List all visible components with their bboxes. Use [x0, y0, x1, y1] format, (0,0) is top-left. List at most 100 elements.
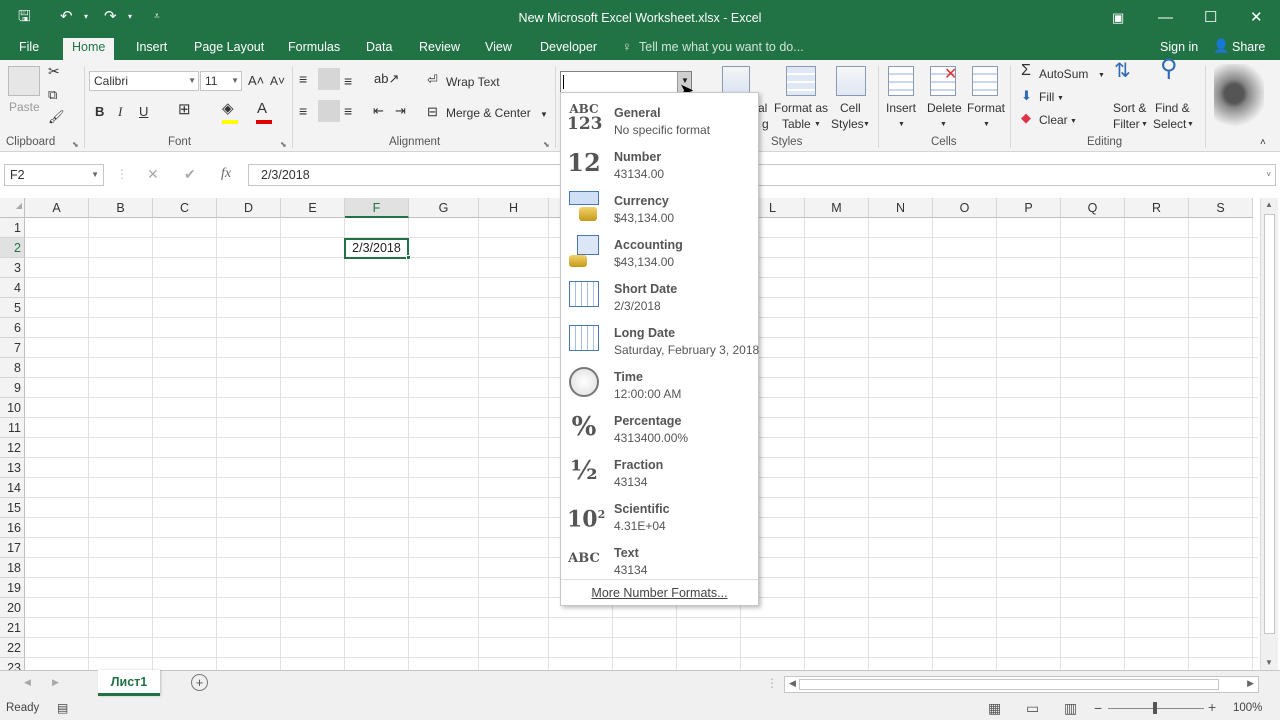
active-cell-f2[interactable]: 2/3/2018: [344, 238, 409, 259]
tab-page-layout[interactable]: Page Layout: [185, 38, 273, 60]
zoom-slider-thumb[interactable]: [1153, 702, 1157, 714]
middle-align-icon[interactable]: [318, 68, 340, 90]
column-header-a[interactable]: A: [25, 198, 89, 218]
font-size-combo[interactable]: 11 ▼: [200, 71, 242, 91]
more-number-formats-link[interactable]: More Number Formats...: [561, 579, 758, 605]
font-color-icon[interactable]: A: [257, 101, 267, 116]
find-select-button-2[interactable]: Select: [1153, 117, 1186, 131]
sort-filter-button[interactable]: Sort &: [1113, 101, 1146, 115]
row-header-1[interactable]: 1: [0, 218, 25, 238]
column-header-q[interactable]: Q: [1061, 198, 1125, 218]
number-format-option-short-date[interactable]: Short Date 2/3/2018: [561, 273, 758, 317]
collapse-ribbon-icon[interactable]: ˄: [1260, 136, 1266, 150]
underline-button[interactable]: U: [139, 105, 148, 119]
column-header-r[interactable]: R: [1125, 198, 1189, 218]
fill-handle[interactable]: [406, 255, 411, 260]
column-header-s[interactable]: S: [1189, 198, 1253, 218]
copy-icon[interactable]: ⧉: [48, 88, 57, 102]
conditional-formatting-label[interactable]: al: [758, 101, 767, 115]
orientation-icon[interactable]: ab↗: [374, 72, 399, 86]
cut-icon[interactable]: ✂: [48, 64, 60, 78]
find-select-button[interactable]: Find &: [1155, 101, 1190, 115]
number-format-option-scientific[interactable]: 102 Scientific 4.31E+04: [561, 493, 758, 537]
tab-developer[interactable]: Developer: [531, 38, 606, 60]
column-header-b[interactable]: B: [89, 198, 153, 218]
number-format-option-long-date[interactable]: Long Date Saturday, February 3, 2018: [561, 317, 759, 361]
number-format-option-percentage[interactable]: % Percentage 4313400.00%: [561, 405, 758, 449]
delete-cells-button[interactable]: Delete: [927, 101, 962, 115]
wrap-text-button[interactable]: Wrap Text: [446, 75, 500, 89]
tab-insert[interactable]: Insert: [127, 38, 176, 60]
formula-input[interactable]: 2/3/2018 ˅: [248, 164, 1276, 186]
column-header-e[interactable]: E: [281, 198, 345, 218]
name-box[interactable]: F2 ▼: [4, 164, 104, 186]
row-header-13[interactable]: 13: [0, 458, 25, 478]
tab-view[interactable]: View: [476, 38, 521, 60]
tab-home[interactable]: Home: [63, 38, 115, 60]
column-header-m[interactable]: M: [805, 198, 869, 218]
format-painter-icon[interactable]: 🖌: [48, 110, 65, 124]
expand-formula-icon[interactable]: ˅: [1266, 165, 1271, 185]
macro-record-icon[interactable]: ▤: [57, 701, 68, 715]
decrease-font-icon[interactable]: A˅: [270, 74, 285, 88]
format-as-table-label[interactable]: Format as: [774, 101, 828, 115]
align-center-icon[interactable]: [318, 100, 340, 122]
column-header-d[interactable]: D: [217, 198, 281, 218]
vertical-scrollbar[interactable]: ▲ ▼: [1260, 198, 1278, 670]
sort-filter-icon[interactable]: ⇅: [1114, 61, 1131, 81]
number-format-combo[interactable]: ▼: [560, 71, 692, 93]
format-as-table-label-2[interactable]: Table: [782, 117, 811, 131]
align-right-icon[interactable]: ≡: [344, 104, 352, 118]
font-name-combo[interactable]: Calibri ▼: [89, 71, 199, 91]
font-launcher-icon[interactable]: ⬊: [280, 138, 287, 152]
top-align-icon[interactable]: ≡: [299, 72, 307, 86]
italic-button[interactable]: I: [118, 105, 122, 119]
cell-styles-label-2[interactable]: Styles: [831, 117, 864, 131]
align-left-icon[interactable]: ≡: [299, 104, 307, 118]
horizontal-scroll-thumb[interactable]: [799, 679, 1219, 690]
autosum-sigma-icon[interactable]: Σ: [1021, 63, 1031, 79]
format-cells-button[interactable]: Format: [967, 101, 1005, 115]
tell-me-input[interactable]: Tell me what you want to do...: [639, 40, 804, 54]
increase-font-icon[interactable]: A˄: [248, 74, 264, 88]
dragon-addin-icon[interactable]: [1214, 64, 1264, 130]
eraser-icon[interactable]: ◆: [1021, 111, 1031, 125]
fill-color-icon[interactable]: ◈: [222, 101, 234, 116]
row-header-5[interactable]: 5: [0, 298, 25, 318]
next-sheet-icon[interactable]: ▶: [52, 677, 59, 688]
row-header-9[interactable]: 9: [0, 378, 25, 398]
zoom-in-icon[interactable]: +: [1208, 699, 1216, 715]
scroll-down-icon[interactable]: ▼: [1265, 658, 1273, 667]
column-header-c[interactable]: C: [153, 198, 217, 218]
prev-sheet-icon[interactable]: ◀: [24, 677, 31, 688]
autosum-button[interactable]: AutoSum: [1039, 67, 1088, 81]
row-header-14[interactable]: 14: [0, 478, 25, 498]
row-header-2[interactable]: 2: [0, 238, 25, 258]
ribbon-display-options-icon[interactable]: ▣: [1112, 9, 1124, 27]
sort-filter-button-2[interactable]: Filter: [1113, 117, 1140, 131]
column-header-g[interactable]: G: [409, 198, 479, 218]
select-all-corner[interactable]: ◢: [0, 198, 25, 218]
cell-styles-icon[interactable]: [836, 66, 866, 96]
number-format-option-time[interactable]: Time 12:00:00 AM: [561, 361, 758, 405]
alignment-launcher-icon[interactable]: ⬊: [543, 138, 550, 152]
tab-data[interactable]: Data: [357, 38, 401, 60]
share-button[interactable]: Share: [1232, 40, 1265, 54]
fill-down-icon[interactable]: ⬇: [1021, 89, 1032, 103]
paste-button[interactable]: Paste: [9, 100, 40, 114]
column-header-h[interactable]: H: [479, 198, 549, 218]
wrap-text-icon[interactable]: ⏎: [427, 73, 438, 87]
clipboard-launcher-icon[interactable]: ⬊: [72, 138, 79, 152]
maximize-icon[interactable]: ☐: [1204, 9, 1217, 27]
merge-center-icon[interactable]: ⊟: [427, 105, 438, 119]
minimize-icon[interactable]: —: [1158, 9, 1173, 27]
row-header-12[interactable]: 12: [0, 438, 25, 458]
format-cells-icon[interactable]: [972, 66, 998, 96]
tab-review[interactable]: Review: [410, 38, 469, 60]
row-header-20[interactable]: 20: [0, 598, 25, 618]
row-header-8[interactable]: 8: [0, 358, 25, 378]
splitter-dots-icon[interactable]: ⋮: [766, 676, 778, 690]
paste-icon[interactable]: [8, 66, 40, 96]
row-header-23[interactable]: 23: [0, 658, 25, 670]
insert-cells-icon[interactable]: [888, 66, 914, 96]
